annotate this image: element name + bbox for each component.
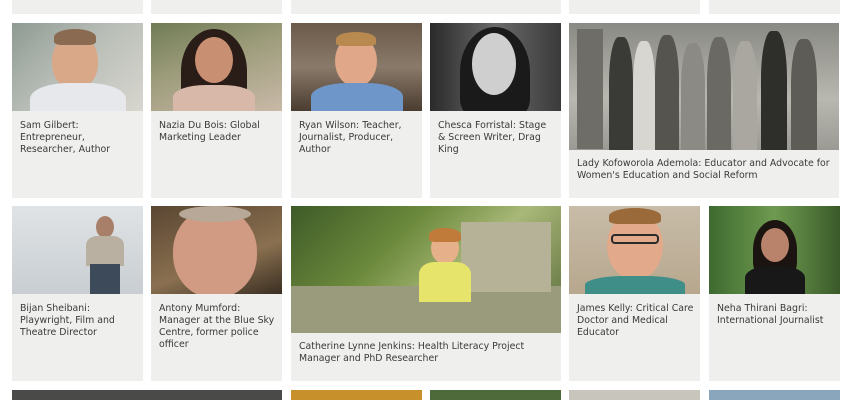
profile-photo: [12, 23, 143, 111]
profile-photo: [151, 23, 282, 111]
profile-card-partial[interactable]: [12, 390, 282, 400]
profile-card[interactable]: Bijan Sheibani: Playwright, Film and The…: [12, 206, 143, 381]
profile-caption: Neha Thirani Bagri: International Journa…: [717, 303, 824, 326]
profile-caption: Sam Gilbert: Entrepreneur, Researcher, A…: [20, 120, 111, 155]
profile-card[interactable]: Chesca Forristal: Stage & Screen Writer,…: [430, 23, 561, 198]
profile-card[interactable]: Antony Mumford: Manager at the Blue Sky …: [151, 206, 282, 381]
profile-card[interactable]: Nazia Du Bois: Global Marketing Leader: [151, 23, 282, 198]
profile-caption: James Kelly: Critical Care Doctor and Me…: [577, 303, 694, 338]
profile-caption: Antony Mumford: Manager at the Blue Sky …: [159, 303, 275, 350]
profile-card-partial[interactable]: [709, 390, 840, 400]
profile-photo: [709, 206, 840, 294]
profile-card-partial[interactable]: [569, 0, 700, 14]
profile-caption: Nazia Du Bois: Global Marketing Leader: [159, 120, 260, 143]
profile-card[interactable]: James Kelly: Critical Care Doctor and Me…: [569, 206, 700, 381]
profile-card-partial[interactable]: [291, 0, 561, 14]
profile-caption: Ryan Wilson: Teacher, Journalist, Produc…: [299, 120, 402, 155]
profile-photo: [291, 23, 422, 111]
profile-caption: Bijan Sheibani: Playwright, Film and The…: [20, 303, 115, 338]
profile-caption: Lady Kofoworola Ademola: Educator and Ad…: [577, 158, 830, 181]
profile-caption: Chesca Forristal: Stage & Screen Writer,…: [438, 120, 547, 155]
profile-card-partial[interactable]: [569, 390, 700, 400]
profile-photo: [291, 206, 561, 333]
profile-card[interactable]: Catherine Lynne Jenkins: Health Literacy…: [291, 206, 561, 381]
profile-card[interactable]: Ryan Wilson: Teacher, Journalist, Produc…: [291, 23, 422, 198]
profile-photo: [151, 206, 282, 294]
profile-card-partial[interactable]: [151, 0, 282, 14]
profile-card-partial[interactable]: [12, 0, 143, 14]
profile-card[interactable]: Neha Thirani Bagri: International Journa…: [709, 206, 840, 381]
profile-caption: Catherine Lynne Jenkins: Health Literacy…: [299, 341, 525, 364]
profile-photo: [569, 23, 839, 150]
profile-card[interactable]: Lady Kofoworola Ademola: Educator and Ad…: [569, 23, 839, 198]
profile-card-partial[interactable]: [291, 390, 422, 400]
profile-card-partial[interactable]: [709, 0, 840, 14]
profile-photo: [430, 23, 561, 111]
profile-card[interactable]: Sam Gilbert: Entrepreneur, Researcher, A…: [12, 23, 143, 198]
profile-card-partial[interactable]: [430, 390, 561, 400]
profile-photo: [12, 206, 143, 294]
profile-photo: [569, 206, 700, 294]
